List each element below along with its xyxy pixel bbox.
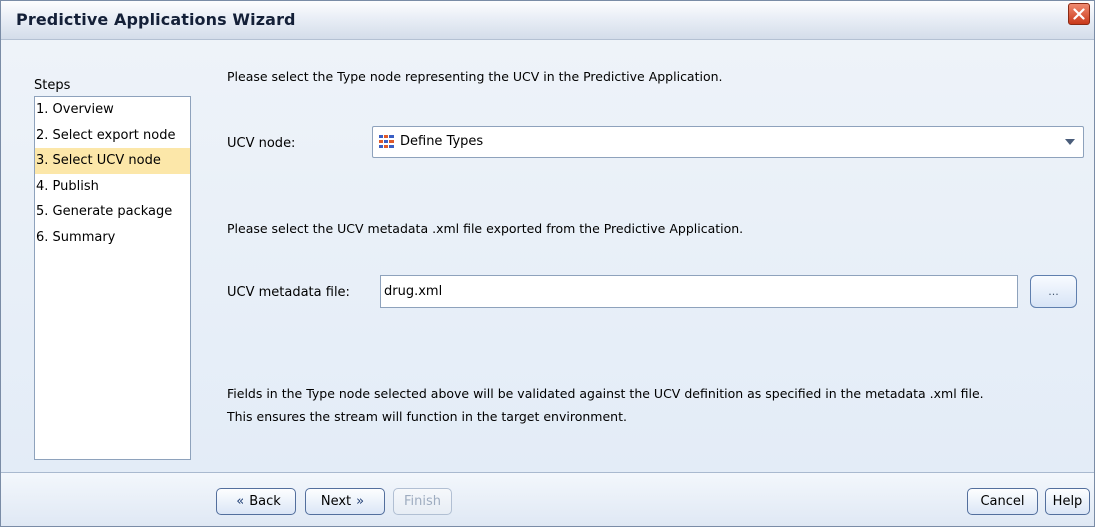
metadata-file-label: UCV metadata file: bbox=[227, 285, 350, 300]
help-button[interactable]: Help bbox=[1045, 488, 1090, 515]
finish-label: Finish bbox=[403, 494, 441, 509]
step-select-ucv-node[interactable]: 3. Select UCV node bbox=[35, 148, 190, 174]
wizard-content: Steps 1. Overview 2. Select export node … bbox=[1, 40, 1094, 472]
browse-button[interactable]: ... bbox=[1030, 275, 1077, 308]
close-icon bbox=[1073, 8, 1085, 20]
double-chevron-right-icon: » bbox=[356, 494, 365, 509]
type-node-instruction: Please select the Type node representing… bbox=[227, 69, 723, 84]
title-bar: Predictive Applications Wizard bbox=[1, 1, 1094, 40]
metadata-instruction: Please select the UCV metadata .xml file… bbox=[227, 221, 744, 236]
back-button[interactable]: « Back bbox=[216, 488, 296, 515]
steps-heading: Steps bbox=[34, 78, 71, 93]
back-label: Back bbox=[249, 494, 281, 509]
button-bar: « Back Next » Finish Cancel Help bbox=[1, 472, 1094, 526]
double-chevron-left-icon: « bbox=[236, 494, 245, 509]
next-label: Next bbox=[320, 494, 352, 509]
step-generate-package[interactable]: 5. Generate package bbox=[35, 199, 190, 225]
type-node-icon bbox=[378, 134, 396, 154]
validation-note-line1: Fields in the Type node selected above w… bbox=[227, 386, 984, 401]
step-publish[interactable]: 4. Publish bbox=[35, 174, 190, 200]
steps-list: 1. Overview 2. Select export node 3. Sel… bbox=[34, 96, 191, 460]
step-select-export-node[interactable]: 2. Select export node bbox=[35, 123, 190, 149]
ucv-node-selected-value: Define Types bbox=[400, 134, 484, 149]
wizard-window: Predictive Applications Wizard Steps 1. … bbox=[0, 0, 1095, 527]
step-overview[interactable]: 1. Overview bbox=[35, 97, 190, 123]
close-button[interactable] bbox=[1068, 3, 1090, 25]
help-label: Help bbox=[1052, 494, 1083, 509]
step-summary[interactable]: 6. Summary bbox=[35, 225, 190, 251]
validation-note-line2: This ensures the stream will function in… bbox=[227, 409, 627, 424]
finish-button[interactable]: Finish bbox=[393, 488, 452, 515]
next-button[interactable]: Next » bbox=[305, 488, 385, 515]
cancel-label: Cancel bbox=[980, 494, 1025, 509]
metadata-file-input[interactable] bbox=[381, 276, 1017, 307]
cancel-button[interactable]: Cancel bbox=[967, 488, 1038, 515]
window-title: Predictive Applications Wizard bbox=[16, 10, 296, 29]
ucv-node-dropdown[interactable]: Define Types bbox=[372, 126, 1084, 158]
chevron-down-icon[interactable] bbox=[1057, 127, 1083, 157]
ucv-node-label: UCV node: bbox=[227, 136, 296, 151]
metadata-file-field[interactable] bbox=[380, 275, 1018, 308]
